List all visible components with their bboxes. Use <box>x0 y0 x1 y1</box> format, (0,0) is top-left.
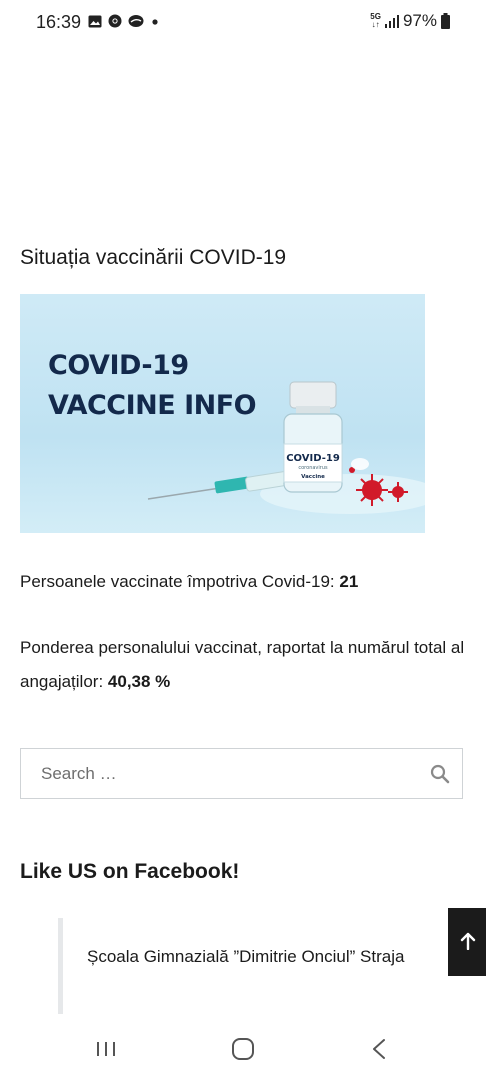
vaccinated-count-value: 21 <box>339 572 359 591</box>
signal-icon <box>384 14 399 28</box>
search-icon[interactable] <box>430 764 450 784</box>
vial-subtitle-text: coronavirus <box>298 465 328 471</box>
search-form <box>20 748 463 799</box>
recent-apps-button[interactable] <box>86 1034 126 1064</box>
cloud-icon <box>128 15 144 27</box>
home-icon <box>232 1038 254 1060</box>
gallery-icon <box>88 15 102 27</box>
facebook-page-link[interactable]: Școala Gimnazială ”Dimitrie Onciul” Stra… <box>87 940 407 974</box>
notification-icons <box>88 14 160 28</box>
battery-percent: 97% <box>402 11 437 30</box>
battery-icon <box>441 13 450 29</box>
system-nav-bar <box>0 1020 486 1080</box>
back-button[interactable] <box>360 1034 400 1064</box>
vaccinated-count: Persoanele vaccinate împotriva Covid-19:… <box>20 572 359 591</box>
status-bar: 16:39 5G ↓↑ 97% <box>0 0 486 46</box>
system-status: 5G ↓↑ 97% <box>370 11 450 31</box>
facebook-page-card[interactable]: Școala Gimnazială ”Dimitrie Onciul” Stra… <box>58 918 418 1014</box>
vaccinated-share: Ponderea personalului vaccinat, raportat… <box>20 638 465 691</box>
recent-apps-icon <box>97 1042 115 1056</box>
network-type: 5G ↓↑ <box>370 12 381 29</box>
home-button[interactable] <box>223 1034 263 1064</box>
search-input[interactable] <box>41 749 421 798</box>
covid-vaccine-banner: COVID-19 coronavirus Vaccine COVID-19 VA… <box>20 294 425 533</box>
clock: 16:39 <box>36 12 82 32</box>
chrome-icon <box>108 14 122 28</box>
vial-title-text: COVID-19 <box>286 453 340 464</box>
banner-heading: COVID-19 VACCINE INFO <box>48 350 257 421</box>
vaccinated-share-value: 40,38 % <box>107 672 171 691</box>
facebook-widget-title: Like US on Facebook! <box>20 860 240 883</box>
section-title: Situația vaccinării COVID-19 <box>20 246 287 269</box>
vial-label-text: Vaccine <box>301 474 325 480</box>
scroll-to-top-button[interactable] <box>448 908 486 976</box>
vial-icon: COVID-19 coronavirus Vaccine <box>283 381 343 493</box>
dot-icon <box>152 19 158 25</box>
back-icon <box>373 1039 385 1059</box>
arrow-up-icon <box>460 932 476 950</box>
